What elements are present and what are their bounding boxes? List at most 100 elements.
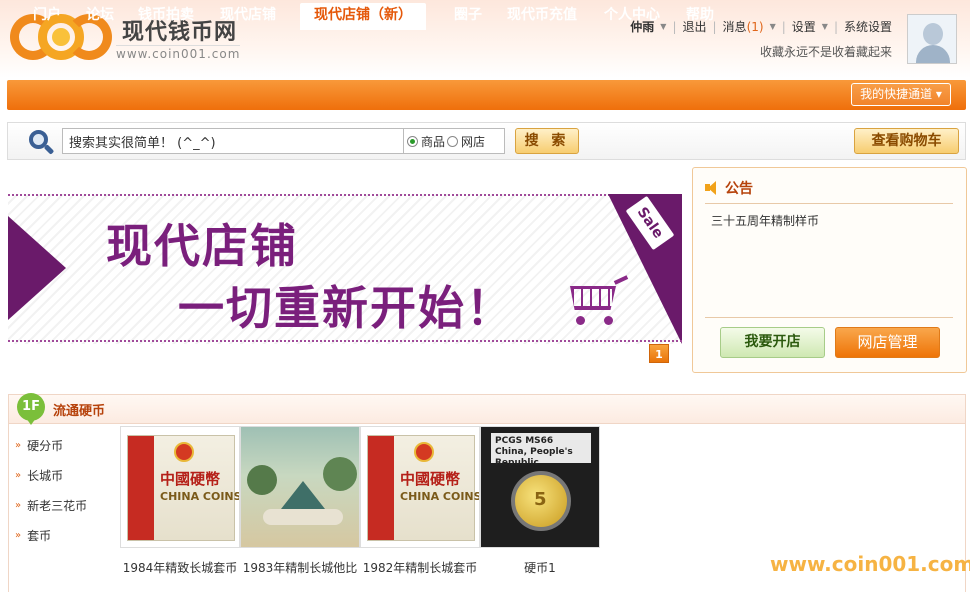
product-image[interactable]: PCGS MS66 China, People's Republic 5 xyxy=(480,426,600,548)
avatar-body xyxy=(916,45,950,63)
nav-item-shop-new[interactable]: 现代店铺（新） xyxy=(300,3,426,30)
product-caption[interactable]: 1984年精致长城套币 xyxy=(120,559,240,576)
slogan: 收藏永远不是收着藏起来 xyxy=(759,45,892,59)
graded-coin-slab: PCGS MS66 China, People's Republic 5 xyxy=(481,427,599,547)
nav-item-help[interactable]: 帮助 xyxy=(686,0,714,30)
quick-access-button[interactable]: 我的快捷通道 ▾ xyxy=(851,83,951,106)
open-shop-button[interactable]: 我要开店 xyxy=(720,327,825,358)
nav-item-portal[interactable]: 门户 xyxy=(33,0,61,30)
shopping-cart-icon xyxy=(564,275,630,328)
banner-arrow xyxy=(8,216,66,320)
temple-base xyxy=(263,509,343,525)
speaker-icon xyxy=(705,180,721,196)
slide-indicator-1[interactable]: 1 xyxy=(649,344,669,363)
product-caption[interactable]: 硬币1 xyxy=(480,559,600,576)
avatar[interactable] xyxy=(907,14,957,64)
messages-label: 消息 xyxy=(722,20,747,34)
nav-item-auction[interactable]: 钱币拍卖 xyxy=(138,0,194,30)
notice-item[interactable]: 三十五周年精制样币 xyxy=(711,212,819,229)
notice-title: 公告 xyxy=(725,181,753,197)
messages-count: (1) xyxy=(746,20,764,34)
username-dropdown-icon[interactable]: ▼ xyxy=(660,22,666,31)
slab-label: PCGS MS66 China, People's Republic xyxy=(491,433,591,468)
box-title: 中國硬幣 xyxy=(160,470,221,488)
avatar-head xyxy=(923,23,943,45)
coin-set-box: 中國硬幣 CHINA COINS xyxy=(127,435,239,541)
divider xyxy=(705,317,953,318)
box-red-band xyxy=(368,436,394,540)
search-input[interactable] xyxy=(62,128,404,154)
temple-photo xyxy=(241,427,359,547)
box-subtitle: CHINA COINS xyxy=(160,490,240,503)
nav-item-shop[interactable]: 现代店铺 xyxy=(220,0,276,30)
nav-item-forum[interactable]: 论坛 xyxy=(86,0,114,30)
product-caption[interactable]: 1983年精制长城他比 xyxy=(240,559,360,576)
product-caption[interactable]: 1982年精制长城套币 xyxy=(360,559,480,576)
search-icon-handle xyxy=(43,144,55,155)
product-image[interactable] xyxy=(240,426,360,548)
chevron-right-icon: » xyxy=(15,470,22,481)
chevron-down-icon: ▾ xyxy=(935,87,942,101)
radio-shops[interactable] xyxy=(447,135,459,147)
divider: | xyxy=(672,19,677,34)
settings-link[interactable]: 设置 xyxy=(792,18,816,35)
promo-banner[interactable]: 现代店铺 一切重新开始！ Sale xyxy=(8,194,682,344)
view-cart-button[interactable]: 查看购物车 xyxy=(854,128,959,154)
floor-header xyxy=(8,394,966,424)
nav-item-recharge[interactable]: 现代币充值 xyxy=(507,0,577,30)
nav-item-circles[interactable]: 圈子 xyxy=(454,0,482,30)
box-red-band xyxy=(128,436,154,540)
category-label: 硬分币 xyxy=(27,439,64,453)
cart-wheel xyxy=(576,316,585,325)
category-link[interactable]: » 硬分币 xyxy=(15,437,63,454)
messages-dropdown-icon[interactable]: ▼ xyxy=(770,22,776,31)
cart-basket xyxy=(570,286,616,310)
chevron-right-icon: » xyxy=(15,530,22,541)
cart-wheel xyxy=(604,316,613,325)
box-subtitle: CHINA COINS xyxy=(400,490,480,503)
search-scope-options: 商品 网店 xyxy=(404,128,505,154)
chevron-right-icon: » xyxy=(15,440,22,451)
tree xyxy=(323,457,357,491)
divider xyxy=(705,203,953,204)
category-link[interactable]: » 长城币 xyxy=(15,467,63,484)
category-label: 长城币 xyxy=(27,469,64,483)
emblem-icon xyxy=(174,442,194,462)
site-watermark: www.coin001.com xyxy=(770,552,970,576)
category-label: 新老三花币 xyxy=(27,499,88,513)
nav-item-profile[interactable]: 个人中心 xyxy=(604,0,660,30)
floor-badge: 1F xyxy=(17,393,45,425)
category-link[interactable]: » 套币 xyxy=(15,527,51,544)
product-image[interactable]: 中國硬幣 CHINA COINS xyxy=(360,426,480,548)
messages-link[interactable]: 消息(1) xyxy=(723,18,764,35)
user-bar: 仲雨 ▼ | 退出 | 消息(1) ▼ | 设置 ▼ | 系统设置 xyxy=(630,18,892,35)
coin-set-box: 中國硬幣 CHINA COINS xyxy=(367,435,479,541)
radio-shops-label: 网店 xyxy=(461,134,486,149)
radio-products-label: 商品 xyxy=(421,134,446,149)
emblem-icon xyxy=(414,442,434,462)
tree xyxy=(247,465,277,495)
divider: | xyxy=(833,19,838,34)
divider: | xyxy=(781,19,786,34)
coin-denomination: 5 xyxy=(534,489,547,510)
logo-center-dot xyxy=(52,28,70,46)
category-link[interactable]: » 新老三花币 xyxy=(15,497,87,514)
search-icon xyxy=(29,130,55,156)
site-url: www.coin001.com xyxy=(116,45,241,61)
quick-access-label: 我的快捷通道 xyxy=(860,87,933,101)
chevron-right-icon: » xyxy=(15,500,22,511)
search-button[interactable]: 搜 索 xyxy=(515,128,579,154)
temple-roof xyxy=(281,481,325,509)
floor-title[interactable]: 流通硬币 xyxy=(53,400,105,419)
radio-products[interactable] xyxy=(407,135,418,147)
category-label: 套币 xyxy=(27,529,52,543)
banner-title: 现代店铺 xyxy=(106,219,298,273)
notice-header: 公告 xyxy=(705,178,753,198)
product-image[interactable]: 中國硬幣 CHINA COINS xyxy=(120,426,240,548)
settings-dropdown-icon[interactable]: ▼ xyxy=(822,22,828,31)
banner-subtitle: 一切重新开始！ xyxy=(178,281,514,335)
main-nav xyxy=(7,80,966,110)
system-settings-link[interactable]: 系统设置 xyxy=(844,18,892,35)
box-title: 中國硬幣 xyxy=(400,470,461,488)
manage-shop-button[interactable]: 网店管理 xyxy=(835,327,940,358)
